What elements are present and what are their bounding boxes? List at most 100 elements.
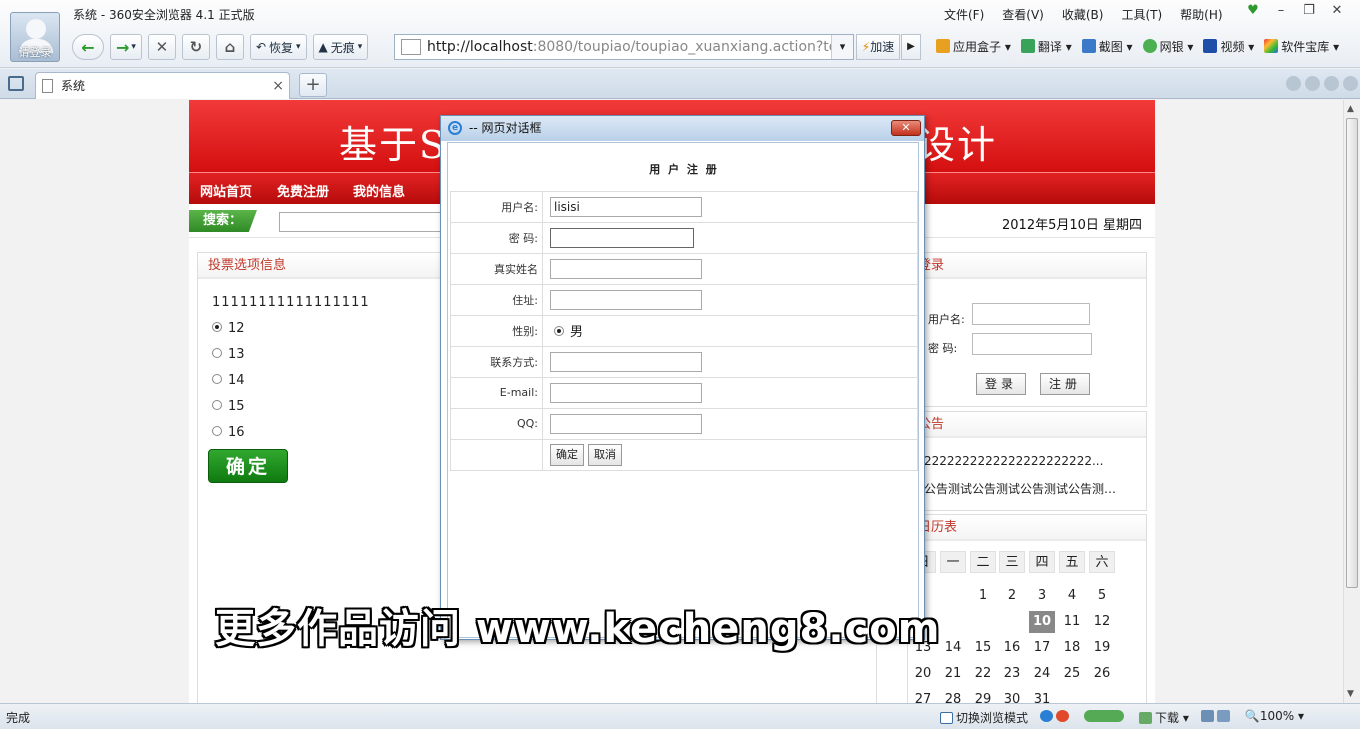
password-input[interactable] xyxy=(550,227,694,248)
vote-option[interactable]: 14 xyxy=(212,373,245,388)
calendar-day[interactable]: 17 xyxy=(1029,637,1055,659)
ext-translate[interactable]: 翻译 ▾ xyxy=(1020,38,1072,55)
menu-tools[interactable]: 工具(T) xyxy=(1121,6,1162,23)
tab-list-icon[interactable] xyxy=(1324,76,1339,91)
calendar-day[interactable]: 26 xyxy=(1089,663,1115,685)
calendar-day[interactable]: 23 xyxy=(999,663,1025,685)
calendar-day[interactable]: 31 xyxy=(1029,689,1055,703)
scroll-thumb[interactable] xyxy=(1346,118,1358,588)
new-tab-button[interactable]: + xyxy=(299,73,327,97)
engine-icons[interactable] xyxy=(1040,709,1072,726)
menu-favorites[interactable]: 收藏(B) xyxy=(1062,6,1104,23)
page-scrollbar[interactable]: ▲ ▼ xyxy=(1343,100,1360,703)
address-dropdown-button[interactable]: ▾ xyxy=(831,35,853,59)
stop-button[interactable]: ✕ xyxy=(147,34,176,60)
login-button[interactable]: 登录 xyxy=(976,373,1026,395)
refresh-button[interactable]: ↻ xyxy=(181,34,210,60)
calendar-day[interactable]: 5 xyxy=(1089,585,1115,607)
calendar-day[interactable]: 15 xyxy=(970,637,996,659)
sidebar-toggle-icon[interactable] xyxy=(8,76,24,91)
login-username-input[interactable] xyxy=(972,303,1090,325)
scroll-up-icon[interactable]: ▲ xyxy=(1347,104,1354,114)
calendar-day[interactable]: 10 xyxy=(1029,611,1055,633)
tab-close-all-icon[interactable] xyxy=(1343,76,1358,91)
ext-bank[interactable]: 网银 ▾ xyxy=(1142,38,1193,55)
toggle-icons[interactable] xyxy=(1084,709,1127,726)
notice-item[interactable]: 公告测试公告测试公告测试公告测试... xyxy=(924,480,1124,497)
phone-input[interactable] xyxy=(550,351,702,372)
vote-confirm-button[interactable]: 确定 xyxy=(208,449,288,483)
vote-option[interactable]: 12 xyxy=(212,321,245,336)
realname-input[interactable] xyxy=(550,258,702,279)
calendar-day[interactable]: 25 xyxy=(1059,663,1085,685)
register-button[interactable]: 注册 xyxy=(1040,373,1090,395)
close-window-icon[interactable]: ✕ xyxy=(1328,3,1346,18)
notice-item[interactable]: 2222222222222222222222... xyxy=(924,454,1124,468)
calendar-day[interactable]: 29 xyxy=(970,689,996,703)
calendar-day[interactable]: 14 xyxy=(940,637,966,659)
menu-help[interactable]: 帮助(H) xyxy=(1180,6,1222,23)
calendar-day[interactable]: 16 xyxy=(999,637,1025,659)
back-button[interactable]: ← xyxy=(72,34,104,60)
menu-file[interactable]: 文件(F) xyxy=(944,6,984,23)
user-login-avatar[interactable]: 请登录 xyxy=(10,12,60,62)
forward-button[interactable]: → ▾ xyxy=(110,34,142,60)
calendar-day[interactable]: 28 xyxy=(940,689,966,703)
calendar-day[interactable]: 3 xyxy=(1029,585,1055,607)
username-input[interactable]: lisisi xyxy=(550,196,702,217)
radio-selected-icon[interactable] xyxy=(212,322,222,332)
switch-mode-button[interactable]: 切换浏览模式 xyxy=(940,709,1028,726)
calendar-day[interactable]: 2 xyxy=(999,585,1025,607)
nav-home[interactable]: 网站首页 xyxy=(200,181,252,200)
calendar-day[interactable]: 18 xyxy=(1059,637,1085,659)
vote-option[interactable]: 16 xyxy=(212,425,245,440)
radio-icon[interactable] xyxy=(212,400,222,410)
calendar-day[interactable]: 12 xyxy=(1089,611,1115,633)
calendar-day[interactable]: 24 xyxy=(1029,663,1055,685)
address-input[interactable] xyxy=(550,289,702,310)
ext-software[interactable]: 软件宝库 ▾ xyxy=(1264,38,1339,55)
speed-up-button[interactable]: ⚡加速 xyxy=(856,34,900,60)
radio-selected-icon[interactable] xyxy=(554,326,564,336)
calendar-day[interactable]: 21 xyxy=(940,663,966,685)
zoom-control[interactable]: 🔍100% ▾ xyxy=(1245,709,1304,726)
menu-view[interactable]: 查看(V) xyxy=(1002,6,1044,23)
nav-my-info[interactable]: 我的信息 xyxy=(353,181,405,200)
nav-register[interactable]: 免费注册 xyxy=(277,181,329,200)
tab-scroll-left-icon[interactable] xyxy=(1286,76,1301,91)
calendar-day[interactable]: 30 xyxy=(999,689,1025,703)
download-button[interactable]: 下载 ▾ xyxy=(1139,709,1189,726)
ext-video[interactable]: 视频 ▾ xyxy=(1203,38,1254,55)
radio-icon[interactable] xyxy=(212,426,222,436)
dialog-close-button[interactable]: ✕ xyxy=(891,120,921,136)
tab-scroll-right-icon[interactable] xyxy=(1305,76,1320,91)
tab-system[interactable]: 系统 × xyxy=(35,72,290,99)
calendar-day[interactable]: 22 xyxy=(970,663,996,685)
no-trace-button[interactable]: ▲ 无痕 ▾ xyxy=(312,34,369,60)
ext-app-box[interactable]: 应用盒子 ▾ xyxy=(936,38,1011,55)
dialog-cancel-button[interactable]: 取消 xyxy=(588,443,622,466)
calendar-day[interactable]: 1 xyxy=(970,585,996,607)
qq-input[interactable] xyxy=(550,413,702,434)
skin-icon[interactable]: ♥ xyxy=(1244,3,1262,18)
calendar-day[interactable]: 11 xyxy=(1059,611,1085,633)
login-password-input[interactable] xyxy=(972,333,1092,355)
calendar-day[interactable]: 27 xyxy=(910,689,936,703)
calendar-day[interactable]: 19 xyxy=(1089,637,1115,659)
calendar-day[interactable]: 20 xyxy=(910,663,936,685)
gender-option[interactable]: 男 xyxy=(554,325,583,340)
radio-icon[interactable] xyxy=(212,348,222,358)
restore-button[interactable]: ↶ 恢复 ▾ xyxy=(249,34,307,60)
vote-option[interactable]: 13 xyxy=(212,347,245,362)
address-bar[interactable]: http://localhost:8080/toupiao/toupiao_xu… xyxy=(394,34,854,60)
calendar-day[interactable]: 4 xyxy=(1059,585,1085,607)
home-button[interactable]: ⌂ xyxy=(215,34,244,60)
scroll-down-icon[interactable]: ▼ xyxy=(1347,689,1354,699)
dialog-ok-button[interactable]: 确定 xyxy=(550,443,584,466)
minimize-icon[interactable]: – xyxy=(1272,3,1290,18)
go-button[interactable]: ▶ xyxy=(901,34,921,60)
close-tab-icon[interactable]: × xyxy=(272,73,284,99)
email-input[interactable] xyxy=(550,382,702,403)
vote-option[interactable]: 15 xyxy=(212,399,245,414)
radio-icon[interactable] xyxy=(212,374,222,384)
